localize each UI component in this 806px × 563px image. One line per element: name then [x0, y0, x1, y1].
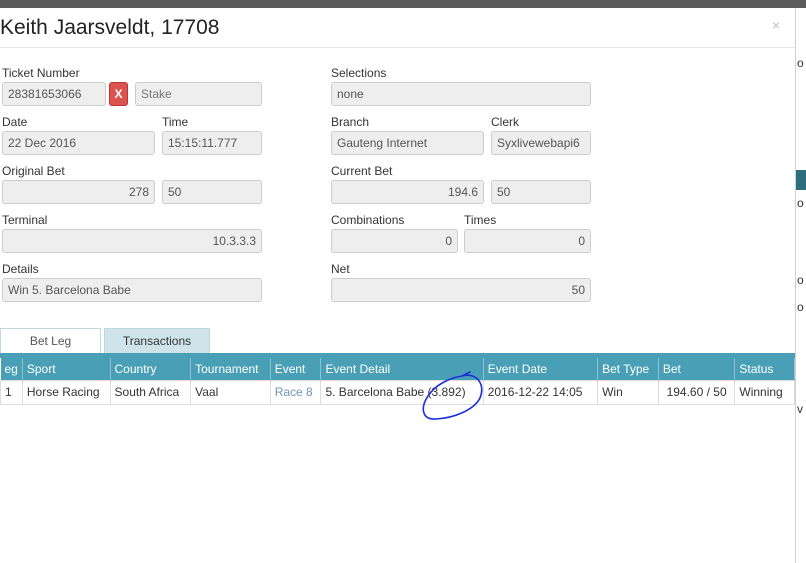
column-header-event[interactable]: Event [270, 358, 322, 380]
terminal-field[interactable]: 10.3.3.3 [2, 229, 262, 253]
cell-bet-type: Win [597, 379, 659, 405]
backdrop-top-bar [0, 0, 806, 8]
times-label: Times [464, 213, 497, 227]
selections-label: Selections [331, 66, 387, 80]
net-label: Net [331, 262, 350, 276]
details-field[interactable]: Win 5. Barcelona Babe [2, 278, 262, 302]
close-icon[interactable]: × [772, 17, 780, 33]
background-glyph: o [797, 196, 804, 210]
time-label: Time [162, 115, 189, 129]
tab-bet-leg[interactable]: Bet Leg [0, 328, 101, 353]
column-header-leg[interactable]: eg [0, 358, 23, 380]
current-bet-label: Current Bet [331, 164, 393, 178]
combinations-field[interactable]: 0 [331, 229, 458, 253]
background-glyph: v [797, 402, 803, 416]
original-bet-field[interactable]: 278 [2, 180, 155, 204]
column-header-status[interactable]: Status [734, 358, 795, 380]
tab-transactions[interactable]: Transactions [104, 328, 210, 353]
column-header-event-detail[interactable]: Event Detail [320, 358, 484, 380]
stake-field[interactable]: Stake [135, 82, 262, 106]
cancel-ticket-button[interactable]: X [109, 82, 128, 106]
original-bet-label: Original Bet [2, 164, 65, 178]
ticket-number-field[interactable]: 28381653066 [2, 82, 106, 106]
column-header-bet[interactable]: Bet [658, 358, 736, 380]
modal-header: Keith Jaarsveldt, 17708 × [0, 8, 795, 48]
background-page-header [796, 170, 806, 190]
modal-title: Keith Jaarsveldt, 17708 [0, 16, 220, 39]
column-header-country[interactable]: Country [110, 358, 192, 380]
table-header-row: eg Sport Country Tournament Event Event … [0, 358, 795, 380]
combinations-label: Combinations [331, 213, 405, 227]
bet-leg-table: eg Sport Country Tournament Event Event … [0, 358, 795, 405]
original-bet-secondary-field[interactable]: 50 [162, 180, 262, 204]
column-header-sport[interactable]: Sport [22, 358, 111, 380]
background-glyph: o [797, 300, 804, 314]
column-header-tournament[interactable]: Tournament [190, 358, 271, 380]
date-field[interactable]: 22 Dec 2016 [2, 131, 155, 155]
clerk-field[interactable]: Syxlivewebapi6 [491, 131, 591, 155]
details-label: Details [2, 262, 39, 276]
selections-field[interactable]: none [331, 82, 591, 106]
cell-tournament: Vaal [190, 379, 271, 405]
branch-label: Branch [331, 115, 370, 129]
cell-leg: 1 [0, 379, 23, 405]
cell-status: Winning [734, 379, 795, 405]
current-bet-field[interactable]: 194.6 [331, 180, 484, 204]
ticket-detail-modal: Keith Jaarsveldt, 17708 × Ticket Number … [0, 8, 795, 563]
column-header-bet-type[interactable]: Bet Type [597, 358, 659, 380]
event-link[interactable]: Race 8 [269, 379, 322, 405]
terminal-label: Terminal [2, 213, 48, 227]
ticket-number-label: Ticket Number [2, 66, 80, 80]
cell-event-detail: 5. Barcelona Babe (3.892) [320, 379, 484, 405]
background-glyph: o [797, 273, 804, 287]
current-bet-secondary-field[interactable]: 50 [491, 180, 591, 204]
cell-event-date: 2016-12-22 14:05 [482, 379, 599, 405]
date-label: Date [2, 115, 28, 129]
clerk-label: Clerk [491, 115, 520, 129]
background-glyph: o [797, 56, 804, 70]
cell-country: South Africa [109, 379, 192, 405]
net-field[interactable]: 50 [331, 278, 591, 302]
times-field[interactable]: 0 [464, 229, 591, 253]
cell-bet: 194.60 / 50 [657, 379, 736, 405]
column-header-event-date[interactable]: Event Date [483, 358, 599, 380]
table-row[interactable]: 1 Horse Racing South Africa Vaal Race 8 … [0, 379, 795, 405]
time-field[interactable]: 15:15:11.777 [162, 131, 262, 155]
cell-sport: Horse Racing [21, 379, 111, 405]
branch-field[interactable]: Gauteng Internet [331, 131, 484, 155]
